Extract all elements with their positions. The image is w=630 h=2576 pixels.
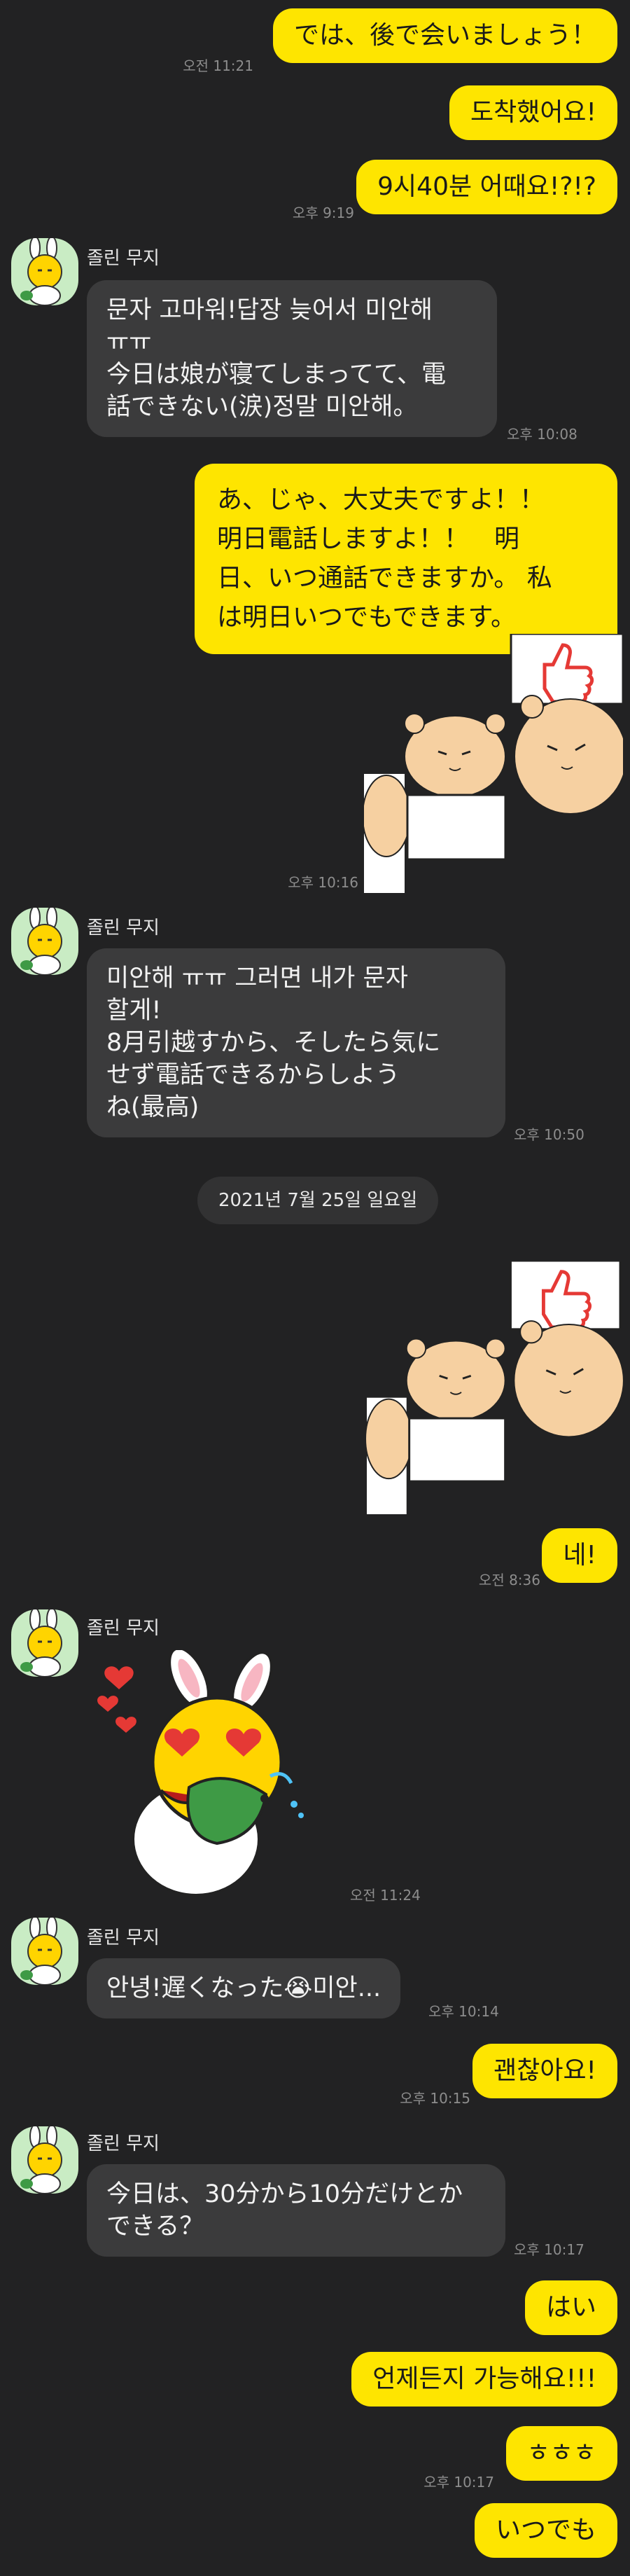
their-message-bubble[interactable]: 今日は、30分から10分だけとか できる？: [87, 2164, 505, 2257]
contact-name: 졸린 무지: [87, 248, 160, 269]
message-line: 할게!: [106, 997, 162, 1025]
my-message-bubble[interactable]: いつでも: [474, 2503, 617, 2558]
muji-hearts-sticker[interactable]: [91, 1650, 336, 1902]
message-line: 문자 고마워!답장 늦어서 미안해: [106, 296, 433, 324]
contact-name: 졸린 무지: [87, 917, 160, 939]
bear-thumbs-up-sticker[interactable]: [364, 1261, 623, 1514]
message-line: 미안해 ㅠㅠ 그러면 내가 문자: [106, 964, 408, 992]
contact-name: 졸린 무지: [87, 1618, 160, 1639]
bear-thumbs-up-icon: [364, 634, 623, 893]
muji-avatar-icon: [20, 238, 62, 305]
message-time: 오전 11:21: [183, 57, 253, 74]
message-line: は明日いつでもできます。: [217, 603, 516, 632]
muji-avatar-icon: [20, 1918, 62, 1985]
my-message-bubble[interactable]: では、後で会いましょう！: [272, 8, 617, 63]
contact-avatar[interactable]: [11, 2126, 78, 2194]
contact-avatar[interactable]: [11, 1609, 78, 1677]
muji-hearts-icon: [97, 1650, 304, 1897]
muji-avatar-icon: [20, 2126, 62, 2194]
message-line: 今日は、30分から10分だけとか: [106, 2180, 463, 2208]
message-time: 오후 10:14: [428, 2003, 499, 2020]
message-time: 오전 8:36: [478, 1572, 540, 1588]
my-message-bubble[interactable]: 9시40분 어때요!?!?: [356, 160, 617, 214]
my-message-bubble[interactable]: ㅎㅎㅎ: [505, 2426, 617, 2481]
contact-avatar[interactable]: [11, 1918, 78, 1985]
bear-thumbs-up-icon: [365, 1261, 623, 1514]
contact-name: 졸린 무지: [87, 2133, 160, 2154]
message-line: 明日電話しますよ！！ 明: [217, 525, 520, 553]
message-time: 오후 10:08: [507, 426, 578, 443]
message-line: ね(最高): [106, 1093, 200, 1121]
message-line: 日、いつ通話できますか。 私: [217, 564, 552, 593]
message-line: できる？: [106, 2213, 204, 2241]
my-message-bubble[interactable]: 괜찮아요!: [472, 2044, 617, 2098]
muji-avatar-icon: [20, 908, 62, 975]
chat-screen: { "contact": {"name": "졸린 무지"}, "date_di…: [0, 0, 630, 2576]
message-line: せず電話できるからしよう: [106, 1061, 400, 1089]
my-message-bubble[interactable]: はい: [524, 2280, 617, 2335]
contact-avatar[interactable]: [11, 238, 78, 305]
my-message-bubble[interactable]: 네!: [542, 1528, 617, 1583]
message-time: 오후 10:50: [514, 1126, 584, 1143]
message-line: ㅠㅠ: [106, 328, 152, 356]
their-message-bubble[interactable]: 안녕!遅くなった😭미안...: [87, 1958, 401, 2018]
message-time: 오후 9:19: [292, 205, 354, 221]
my-message-bubble[interactable]: 언제든지 가능해요!!!: [351, 2352, 617, 2407]
their-message-bubble[interactable]: 미안해 ㅠㅠ 그러면 내가 문자 할게! 8月引越すから、そしたら気に せず電話…: [87, 948, 505, 1137]
date-divider: 2021년 7월 25일 일요일: [197, 1177, 439, 1224]
bear-thumbs-up-sticker[interactable]: [364, 634, 623, 893]
message-time: 오후 10:15: [400, 2090, 470, 2107]
message-time: 오후 10:17: [514, 2241, 584, 2258]
contact-avatar[interactable]: [11, 908, 78, 975]
their-message-bubble[interactable]: 문자 고마워!답장 늦어서 미안해 ㅠㅠ 今日は娘が寝てしまってて、電 話できな…: [87, 280, 497, 437]
contact-name: 졸린 무지: [87, 1927, 160, 1948]
message-line: 今日は娘が寝てしまってて、電: [106, 361, 447, 389]
message-line: 8月引越すから、そしたら気に: [106, 1029, 441, 1057]
my-message-bubble[interactable]: 도착했어요!: [449, 85, 617, 140]
muji-avatar-icon: [20, 1609, 62, 1677]
message-time: 오전 11:24: [350, 1887, 421, 1904]
my-message-bubble[interactable]: あ、じゃ、大丈夫ですよ！！ 明日電話しますよ！！ 明 日、いつ通話できますか。 …: [195, 464, 617, 654]
message-time: 오후 10:16: [288, 874, 358, 891]
message-line: 話できない(涙)정말 미안해。: [106, 393, 418, 421]
message-time: 오후 10:17: [424, 2474, 494, 2491]
message-line: あ、じゃ、大丈夫ですよ！！: [217, 485, 545, 514]
